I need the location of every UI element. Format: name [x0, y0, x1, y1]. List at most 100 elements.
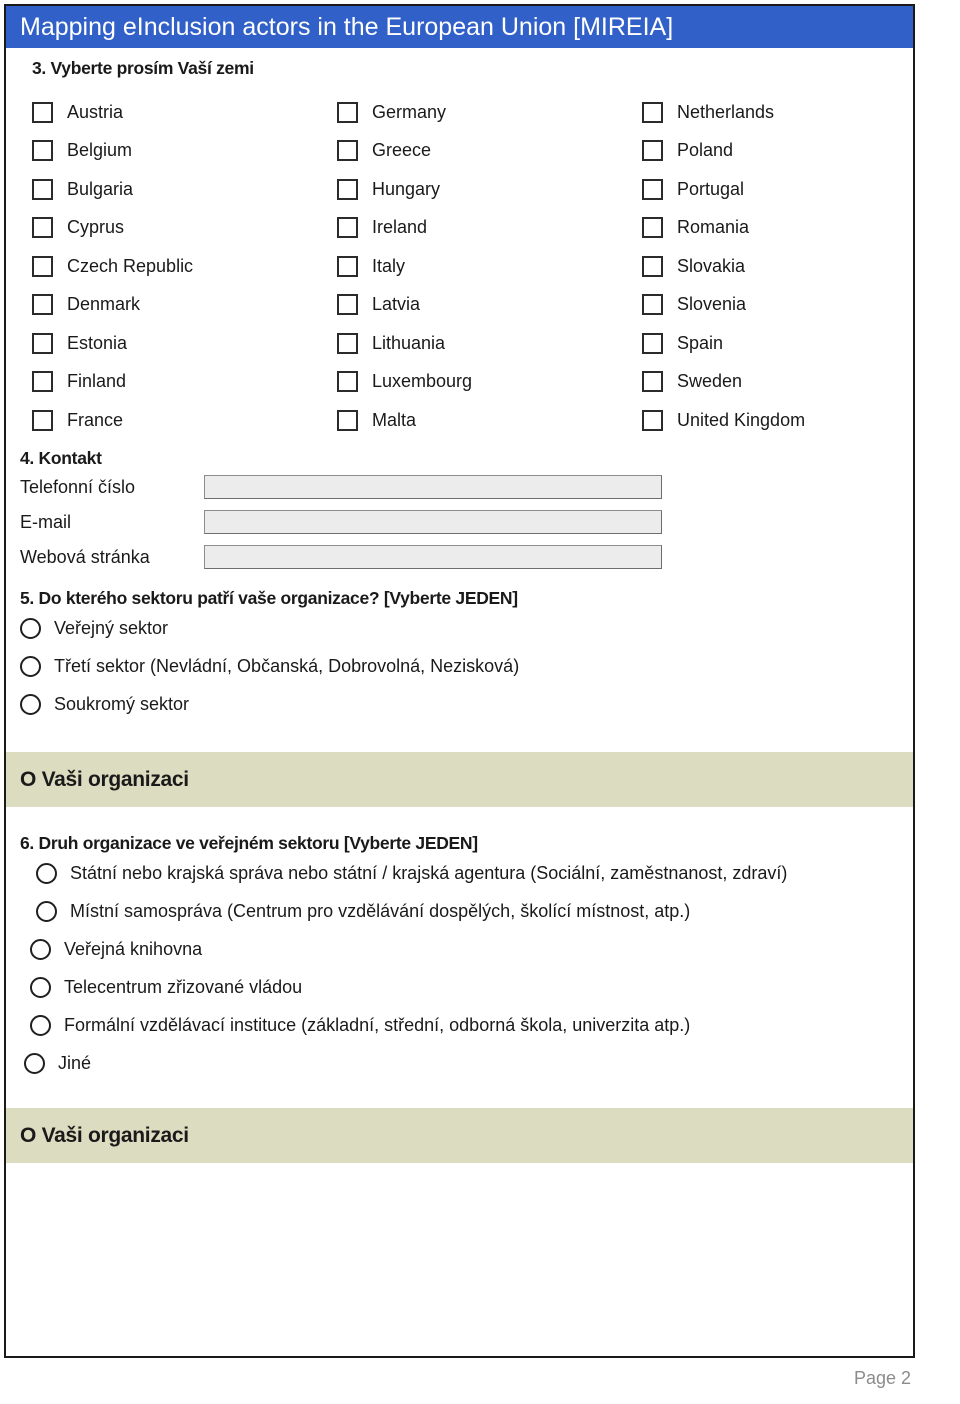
checkbox-icon-cyprus[interactable] — [32, 217, 53, 239]
checkbox-icon-austria[interactable] — [32, 101, 53, 123]
radio-icon-public-library[interactable] — [30, 938, 51, 960]
radio-row-state-regional-administration[interactable]: Státní nebo krajská správa nebo státní /… — [36, 854, 910, 892]
radio-row-local-government[interactable]: Místní samospráva (Centrum pro vzděláván… — [36, 892, 910, 930]
checkbox-row-slovenia[interactable]: Slovenia — [642, 286, 902, 325]
checkbox-label: Slovenia — [677, 294, 747, 315]
radio-label: Státní nebo krajská správa nebo státní /… — [70, 862, 788, 883]
radio-row-public-library[interactable]: Veřejná knihovna — [30, 930, 910, 968]
page-root: Mapping eInclusion actors in the Europea… — [0, 0, 960, 1404]
checkbox-row-spain[interactable]: Spain — [642, 324, 902, 363]
checkbox-icon-poland[interactable] — [642, 140, 663, 162]
checkbox-icon-hungary[interactable] — [337, 178, 358, 200]
checkbox-icon-sweden[interactable] — [642, 371, 663, 393]
radio-label: Třetí sektor (Nevládní, Občanská, Dobrov… — [54, 655, 520, 676]
checkbox-icon-estonia[interactable] — [32, 332, 53, 354]
checkbox-label: Germany — [372, 101, 447, 122]
checkbox-row-poland[interactable]: Poland — [642, 132, 902, 171]
website-input[interactable] — [204, 545, 662, 569]
email-input[interactable] — [204, 510, 662, 534]
radio-icon-public-sector[interactable] — [20, 617, 41, 639]
checkbox-row-luxembourg[interactable]: Luxembourg — [337, 363, 642, 402]
checkbox-icon-denmark[interactable] — [32, 294, 53, 316]
checkbox-icon-spain[interactable] — [642, 332, 663, 354]
document-content-box: Mapping eInclusion actors in the Europea… — [4, 4, 915, 1358]
checkbox-label: Cyprus — [67, 217, 125, 238]
checkbox-icon-romania[interactable] — [642, 217, 663, 239]
checkbox-row-bulgaria[interactable]: Bulgaria — [32, 170, 337, 209]
radio-row-public-sector[interactable]: Veřejný sektor — [20, 609, 900, 647]
checkbox-row-slovakia[interactable]: Slovakia — [642, 247, 902, 286]
country-column-1: Austria Belgium Bulgaria Cyprus Czech Re… — [32, 93, 337, 440]
checkbox-icon-france[interactable] — [32, 409, 53, 431]
checkbox-row-sweden[interactable]: Sweden — [642, 363, 902, 402]
checkbox-row-italy[interactable]: Italy — [337, 247, 642, 286]
radio-label: Formální vzdělávací instituce (základní,… — [64, 1014, 691, 1035]
radio-icon-government-telecentre[interactable] — [30, 976, 51, 998]
radio-icon-other[interactable] — [24, 1052, 45, 1074]
question-3-block: 3. Vyberte prosím Vaší zemi Austria Belg… — [32, 58, 902, 440]
checkbox-label: Romania — [677, 217, 750, 238]
checkbox-row-lithuania[interactable]: Lithuania — [337, 324, 642, 363]
question-6-heading: 6. Druh organizace ve veřejném sektoru [… — [20, 833, 478, 853]
checkbox-row-cyprus[interactable]: Cyprus — [32, 209, 337, 248]
question-5-block: 5. Do kterého sektoru patří vaše organiz… — [20, 588, 900, 723]
checkbox-icon-netherlands[interactable] — [642, 101, 663, 123]
checkbox-icon-greece[interactable] — [337, 140, 358, 162]
checkbox-row-ireland[interactable]: Ireland — [337, 209, 642, 248]
page-title: Mapping eInclusion actors in the Europea… — [20, 12, 674, 41]
checkbox-icon-czech-republic[interactable] — [32, 255, 53, 277]
checkbox-icon-slovenia[interactable] — [642, 294, 663, 316]
phone-field-label: Telefonní číslo — [20, 476, 136, 497]
checkbox-row-estonia[interactable]: Estonia — [32, 324, 337, 363]
checkbox-row-united-kingdom[interactable]: United Kingdom — [642, 401, 902, 440]
checkbox-row-netherlands[interactable]: Netherlands — [642, 93, 902, 132]
radio-row-private-sector[interactable]: Soukromý sektor — [20, 685, 900, 723]
checkbox-icon-malta[interactable] — [337, 409, 358, 431]
checkbox-icon-finland[interactable] — [32, 371, 53, 393]
checkbox-icon-germany[interactable] — [337, 101, 358, 123]
checkbox-icon-united-kingdom[interactable] — [642, 409, 663, 431]
checkbox-row-greece[interactable]: Greece — [337, 132, 642, 171]
checkbox-row-france[interactable]: France — [32, 401, 337, 440]
checkbox-icon-slovakia[interactable] — [642, 255, 663, 277]
radio-icon-private-sector[interactable] — [20, 693, 41, 715]
phone-input[interactable] — [204, 475, 662, 499]
checkbox-row-belgium[interactable]: Belgium — [32, 132, 337, 171]
checkbox-icon-portugal[interactable] — [642, 178, 663, 200]
checkbox-row-denmark[interactable]: Denmark — [32, 286, 337, 325]
radio-label: Soukromý sektor — [54, 693, 190, 714]
checkbox-row-malta[interactable]: Malta — [337, 401, 642, 440]
radio-label: Veřejná knihovna — [64, 938, 203, 959]
section-band-about-organization-2: O Vaši organizaci — [6, 1108, 913, 1163]
radio-icon-third-sector[interactable] — [20, 655, 41, 677]
checkbox-row-romania[interactable]: Romania — [642, 209, 902, 248]
radio-row-formal-education-institution[interactable]: Formální vzdělávací instituce (základní,… — [30, 1006, 910, 1044]
checkbox-label: Bulgaria — [67, 178, 134, 199]
radio-icon-state-regional-administration[interactable] — [36, 862, 57, 884]
checkbox-label: Hungary — [372, 178, 441, 199]
checkbox-row-hungary[interactable]: Hungary — [337, 170, 642, 209]
checkbox-row-germany[interactable]: Germany — [337, 93, 642, 132]
radio-icon-formal-education-institution[interactable] — [30, 1014, 51, 1036]
checkbox-label: Czech Republic — [67, 255, 194, 276]
checkbox-icon-lithuania[interactable] — [337, 332, 358, 354]
radio-row-other[interactable]: Jiné — [24, 1044, 910, 1082]
checkbox-icon-belgium[interactable] — [32, 140, 53, 162]
radio-row-government-telecentre[interactable]: Telecentrum zřizované vládou — [30, 968, 910, 1006]
checkbox-icon-bulgaria[interactable] — [32, 178, 53, 200]
checkbox-row-austria[interactable]: Austria — [32, 93, 337, 132]
checkbox-row-finland[interactable]: Finland — [32, 363, 337, 402]
checkbox-icon-luxembourg[interactable] — [337, 371, 358, 393]
question-3-heading: 3. Vyberte prosím Vaší zemi — [32, 58, 254, 78]
radio-icon-local-government[interactable] — [36, 900, 57, 922]
checkbox-icon-ireland[interactable] — [337, 217, 358, 239]
checkbox-row-czech-republic[interactable]: Czech Republic — [32, 247, 337, 286]
checkbox-label: France — [67, 409, 124, 430]
checkbox-row-portugal[interactable]: Portugal — [642, 170, 902, 209]
radio-row-third-sector[interactable]: Třetí sektor (Nevládní, Občanská, Dobrov… — [20, 647, 900, 685]
checkbox-label: Denmark — [67, 294, 141, 315]
checkbox-icon-latvia[interactable] — [337, 294, 358, 316]
checkbox-label: Portugal — [677, 178, 745, 199]
checkbox-row-latvia[interactable]: Latvia — [337, 286, 642, 325]
checkbox-icon-italy[interactable] — [337, 255, 358, 277]
